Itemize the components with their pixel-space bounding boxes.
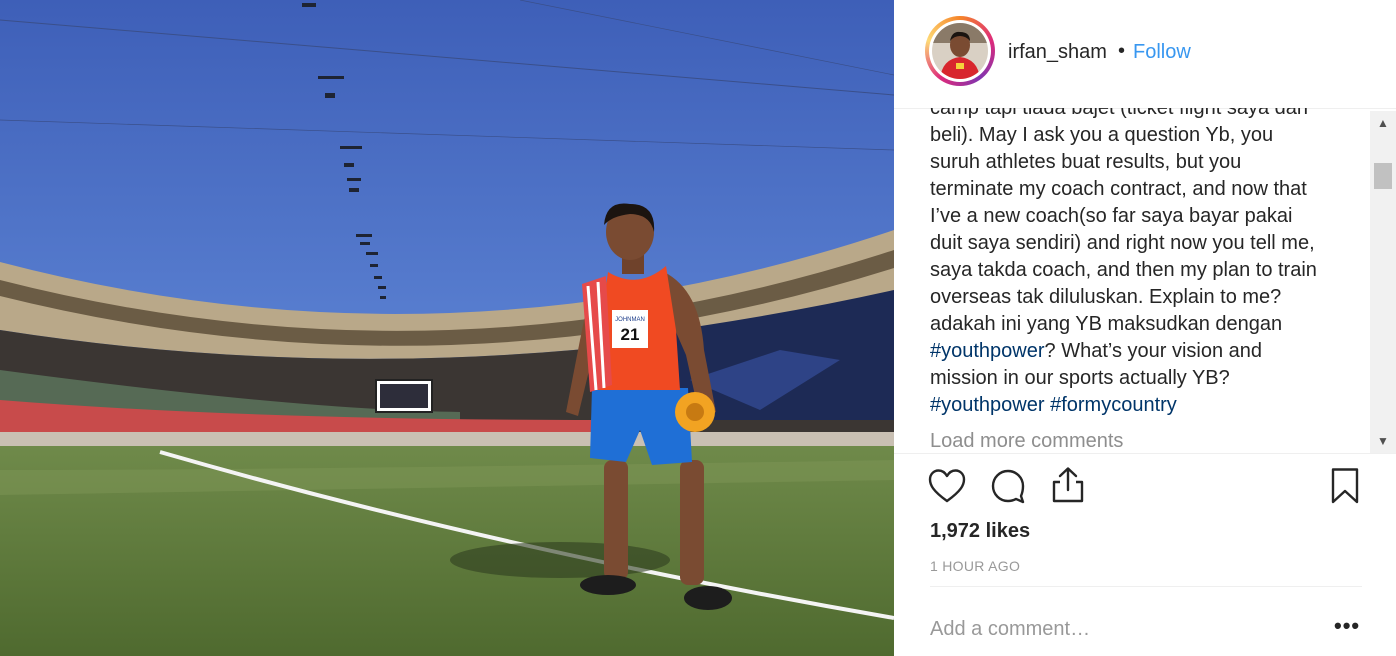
caption-line: adakah ini yang YB maksudkan dengan bbox=[930, 311, 1366, 338]
heart-icon[interactable] bbox=[928, 468, 966, 504]
caption-text: overseas tak diluluskan. Explain to me? bbox=[930, 286, 1282, 308]
comments-scroll-area[interactable]: camp tapi tiada bajet (ticket flight say… bbox=[930, 108, 1366, 453]
caption-text: I’ve a new coach(so far saya bayar pakai bbox=[930, 205, 1293, 227]
avatar-image bbox=[932, 23, 988, 79]
share-icon[interactable] bbox=[1050, 466, 1086, 504]
caption-line: camp tapi tiada bajet (ticket flight say… bbox=[930, 108, 1366, 122]
caption-text: beli). May I ask you a question Yb, you bbox=[930, 124, 1274, 146]
load-more-comments-button[interactable]: Load more comments bbox=[930, 430, 1123, 453]
username-link[interactable]: irfan_sham bbox=[1008, 41, 1107, 64]
likes-count[interactable]: 1,972 likes bbox=[930, 520, 1030, 543]
hashtag-link[interactable]: #youthpower bbox=[930, 340, 1045, 362]
bookmark-icon[interactable] bbox=[1330, 467, 1360, 505]
avatar[interactable] bbox=[929, 20, 991, 82]
comment-icon[interactable] bbox=[990, 468, 1026, 504]
hashtag-link[interactable]: #formycountry bbox=[1050, 394, 1177, 416]
post-photo[interactable]: JOHNMAN 21 bbox=[0, 0, 894, 656]
bib-number: 21 bbox=[621, 325, 640, 344]
divider bbox=[930, 586, 1362, 587]
separator-dot: • bbox=[1118, 40, 1126, 62]
post-actions-bar bbox=[894, 453, 1396, 504]
caption-line: mission in our sports actually YB? bbox=[930, 365, 1366, 392]
caption-line: overseas tak diluluskan. Explain to me? bbox=[930, 284, 1366, 311]
caption-text: suruh athletes buat results, but you bbox=[930, 151, 1242, 173]
avatar-story-ring[interactable] bbox=[925, 16, 995, 86]
scroll-up-arrow-icon[interactable]: ▲ bbox=[1370, 111, 1396, 133]
caption-text: adakah ini yang YB maksudkan dengan bbox=[930, 313, 1283, 335]
caption-line: #youthpower? What’s your vision and bbox=[930, 338, 1366, 365]
caption-text: mission in our sports actually YB? bbox=[930, 367, 1230, 389]
caption-line: I’ve a new coach(so far saya bayar pakai bbox=[930, 203, 1366, 230]
scroll-down-arrow-icon[interactable]: ▼ bbox=[1370, 431, 1396, 453]
caption-line: beli). May I ask you a question Yb, you bbox=[930, 122, 1366, 149]
caption-text: duit saya sendiri) and right now you tel… bbox=[930, 232, 1315, 254]
comments-scrollbar[interactable]: ▲ ▼ bbox=[1370, 111, 1396, 453]
caption-line: duit saya sendiri) and right now you tel… bbox=[930, 230, 1366, 257]
scrollbar-thumb[interactable] bbox=[1374, 163, 1392, 189]
caption-line: #youthpower #formycountry bbox=[930, 392, 1366, 419]
caption-text: camp tapi tiada bajet (ticket flight say… bbox=[930, 108, 1308, 119]
post-timestamp[interactable]: 1 HOUR AGO bbox=[930, 558, 1020, 574]
more-options-icon[interactable]: ••• bbox=[1334, 613, 1360, 639]
add-comment-input[interactable] bbox=[930, 614, 1310, 644]
caption-text: terminate my coach contract, and now tha… bbox=[930, 178, 1307, 200]
follow-button[interactable]: Follow bbox=[1133, 41, 1191, 64]
post-header: irfan_sham • Follow bbox=[894, 0, 1396, 109]
caption-line: terminate my coach contract, and now tha… bbox=[930, 176, 1366, 203]
bib-sponsor: JOHNMAN bbox=[615, 317, 645, 323]
post-details-panel: irfan_sham • Follow camp tapi tiada baje… bbox=[894, 0, 1396, 656]
caption-line: suruh athletes buat results, but you bbox=[930, 149, 1366, 176]
hashtag-link[interactable]: #youthpower bbox=[930, 394, 1045, 416]
caption-line: saya takda coach, and then my plan to tr… bbox=[930, 257, 1366, 284]
stadium-photo: JOHNMAN 21 bbox=[0, 0, 894, 656]
caption-text: saya takda coach, and then my plan to tr… bbox=[930, 259, 1317, 281]
caption-text: ? What’s your vision and bbox=[1044, 340, 1263, 362]
post-caption: camp tapi tiada bajet (ticket flight say… bbox=[930, 108, 1366, 419]
